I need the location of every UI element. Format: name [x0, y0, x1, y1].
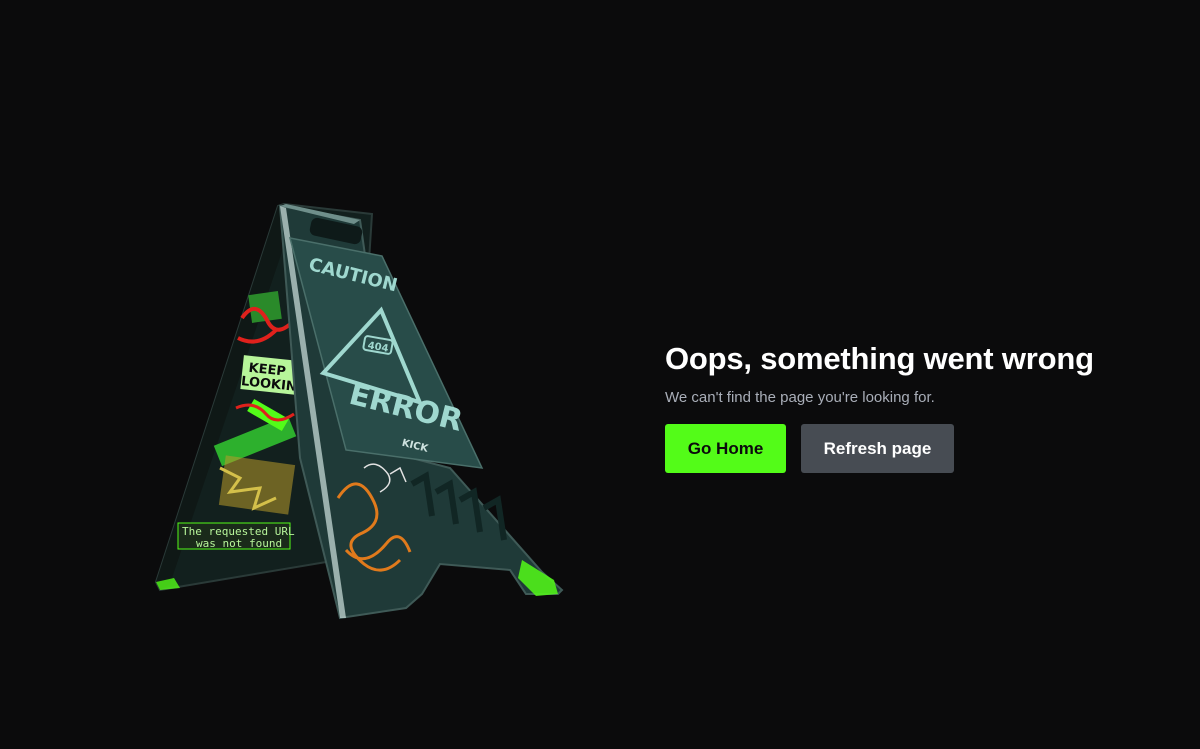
error-content: Oops, something went wrong We can't find…	[665, 340, 1145, 473]
error-page: KEEP LOOKIN The requested URL was not fo…	[0, 0, 1200, 749]
go-home-button[interactable]: Go Home	[665, 424, 786, 473]
sticker-url-line2: was not found	[196, 537, 282, 550]
refresh-page-button[interactable]: Refresh page	[801, 424, 954, 473]
caution-sign-illustration: KEEP LOOKIN The requested URL was not fo…	[150, 198, 570, 630]
error-message: We can't find the page you're looking fo…	[665, 389, 935, 406]
error-actions: Go Home Refresh page	[665, 424, 1145, 473]
error-title: Oops, something went wrong	[665, 341, 1094, 376]
